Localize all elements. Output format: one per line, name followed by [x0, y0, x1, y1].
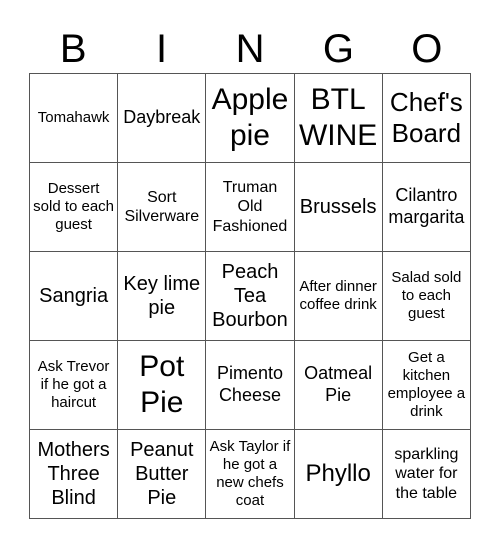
bingo-cell[interactable]: Salad sold to each guest: [381, 251, 472, 341]
bingo-cell[interactable]: Mothers Three Blind: [28, 429, 119, 519]
bingo-cell[interactable]: Apple pie: [205, 73, 295, 163]
grid-row: Tomahawk Daybreak Apple pie BTL WINE Che…: [28, 73, 472, 163]
header-letter-i: I: [156, 27, 168, 71]
grid-row: Mothers Three Blind Peanut Butter Pie As…: [28, 429, 472, 519]
bingo-cell[interactable]: Daybreak: [117, 73, 207, 163]
bingo-cell[interactable]: Sangria: [28, 251, 119, 341]
bingo-cell[interactable]: BTL WINE: [293, 73, 383, 163]
bingo-cell[interactable]: Phyllo: [293, 429, 383, 519]
bingo-cell[interactable]: Get a kitchen employee a drink: [381, 340, 472, 430]
grid-row: Dessert sold to each guest Sort Silverwa…: [28, 162, 472, 252]
bingo-cell[interactable]: Tomahawk: [28, 73, 119, 163]
bingo-cell[interactable]: Brussels: [293, 162, 383, 252]
bingo-cell[interactable]: Cilantro margarita: [381, 162, 472, 252]
bingo-cell[interactable]: After dinner coffee drink: [293, 251, 383, 341]
header-letter-g: G: [322, 27, 354, 71]
bingo-cell[interactable]: Ask Taylor if he got a new chefs coat: [205, 429, 295, 519]
bingo-cell[interactable]: Ask Trevor if he got a haircut: [28, 340, 119, 430]
grid-row: Sangria Key lime pie Peach Tea Bourbon A…: [28, 251, 472, 341]
bingo-cell[interactable]: Sort Silverware: [117, 162, 207, 252]
bingo-cell[interactable]: Pimento Cheese: [205, 340, 295, 430]
header-letter-b: B: [59, 27, 87, 71]
bingo-card-grid: Tomahawk Daybreak Apple pie BTL WINE Che…: [28, 73, 472, 519]
grid-row: Ask Trevor if he got a haircut Pot Pie P…: [28, 340, 472, 430]
header-letter-o: O: [411, 27, 443, 71]
bingo-cell[interactable]: Pot Pie: [117, 340, 207, 430]
bingo-cell[interactable]: Peanut Butter Pie: [117, 429, 207, 519]
bingo-cell[interactable]: Chef's Board: [381, 73, 472, 163]
bingo-cell[interactable]: Truman Old Fashioned: [205, 162, 295, 252]
bingo-cell[interactable]: sparkling water for the table: [381, 429, 472, 519]
header-letter-n: N: [235, 27, 265, 71]
bingo-cell[interactable]: Dessert sold to each guest: [28, 162, 119, 252]
bingo-cell[interactable]: Peach Tea Bourbon: [205, 251, 295, 341]
bingo-cell[interactable]: Key lime pie: [117, 251, 207, 341]
bingo-cell[interactable]: Oatmeal Pie: [293, 340, 383, 430]
bingo-header: B I N G O: [29, 24, 471, 74]
